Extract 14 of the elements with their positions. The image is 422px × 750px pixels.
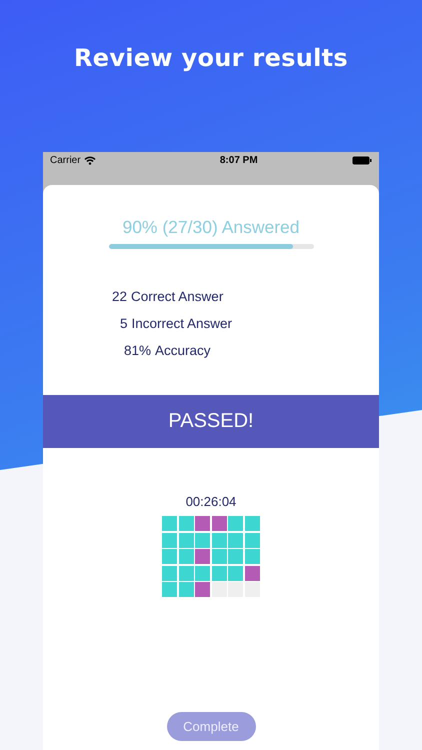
stat-label: Incorrect Answer xyxy=(132,316,232,331)
stat-value: 5 xyxy=(120,316,128,331)
headline: Review your results xyxy=(74,44,348,72)
battery-icon xyxy=(352,156,372,164)
timer: 00:26:04 xyxy=(186,494,236,509)
result-banner: PASSED! xyxy=(43,395,379,448)
progress-label: 90% (27/30) Answered xyxy=(122,217,300,238)
stat-label: Correct Answer xyxy=(131,289,224,304)
stat-value: 22 xyxy=(112,289,128,304)
stat-value: 81% xyxy=(124,343,152,358)
stat-label: Accuracy xyxy=(155,343,211,358)
carrier-label: Carrier xyxy=(50,154,81,166)
wifi-icon xyxy=(84,156,96,164)
status-time: 8:07 PM xyxy=(218,154,258,166)
